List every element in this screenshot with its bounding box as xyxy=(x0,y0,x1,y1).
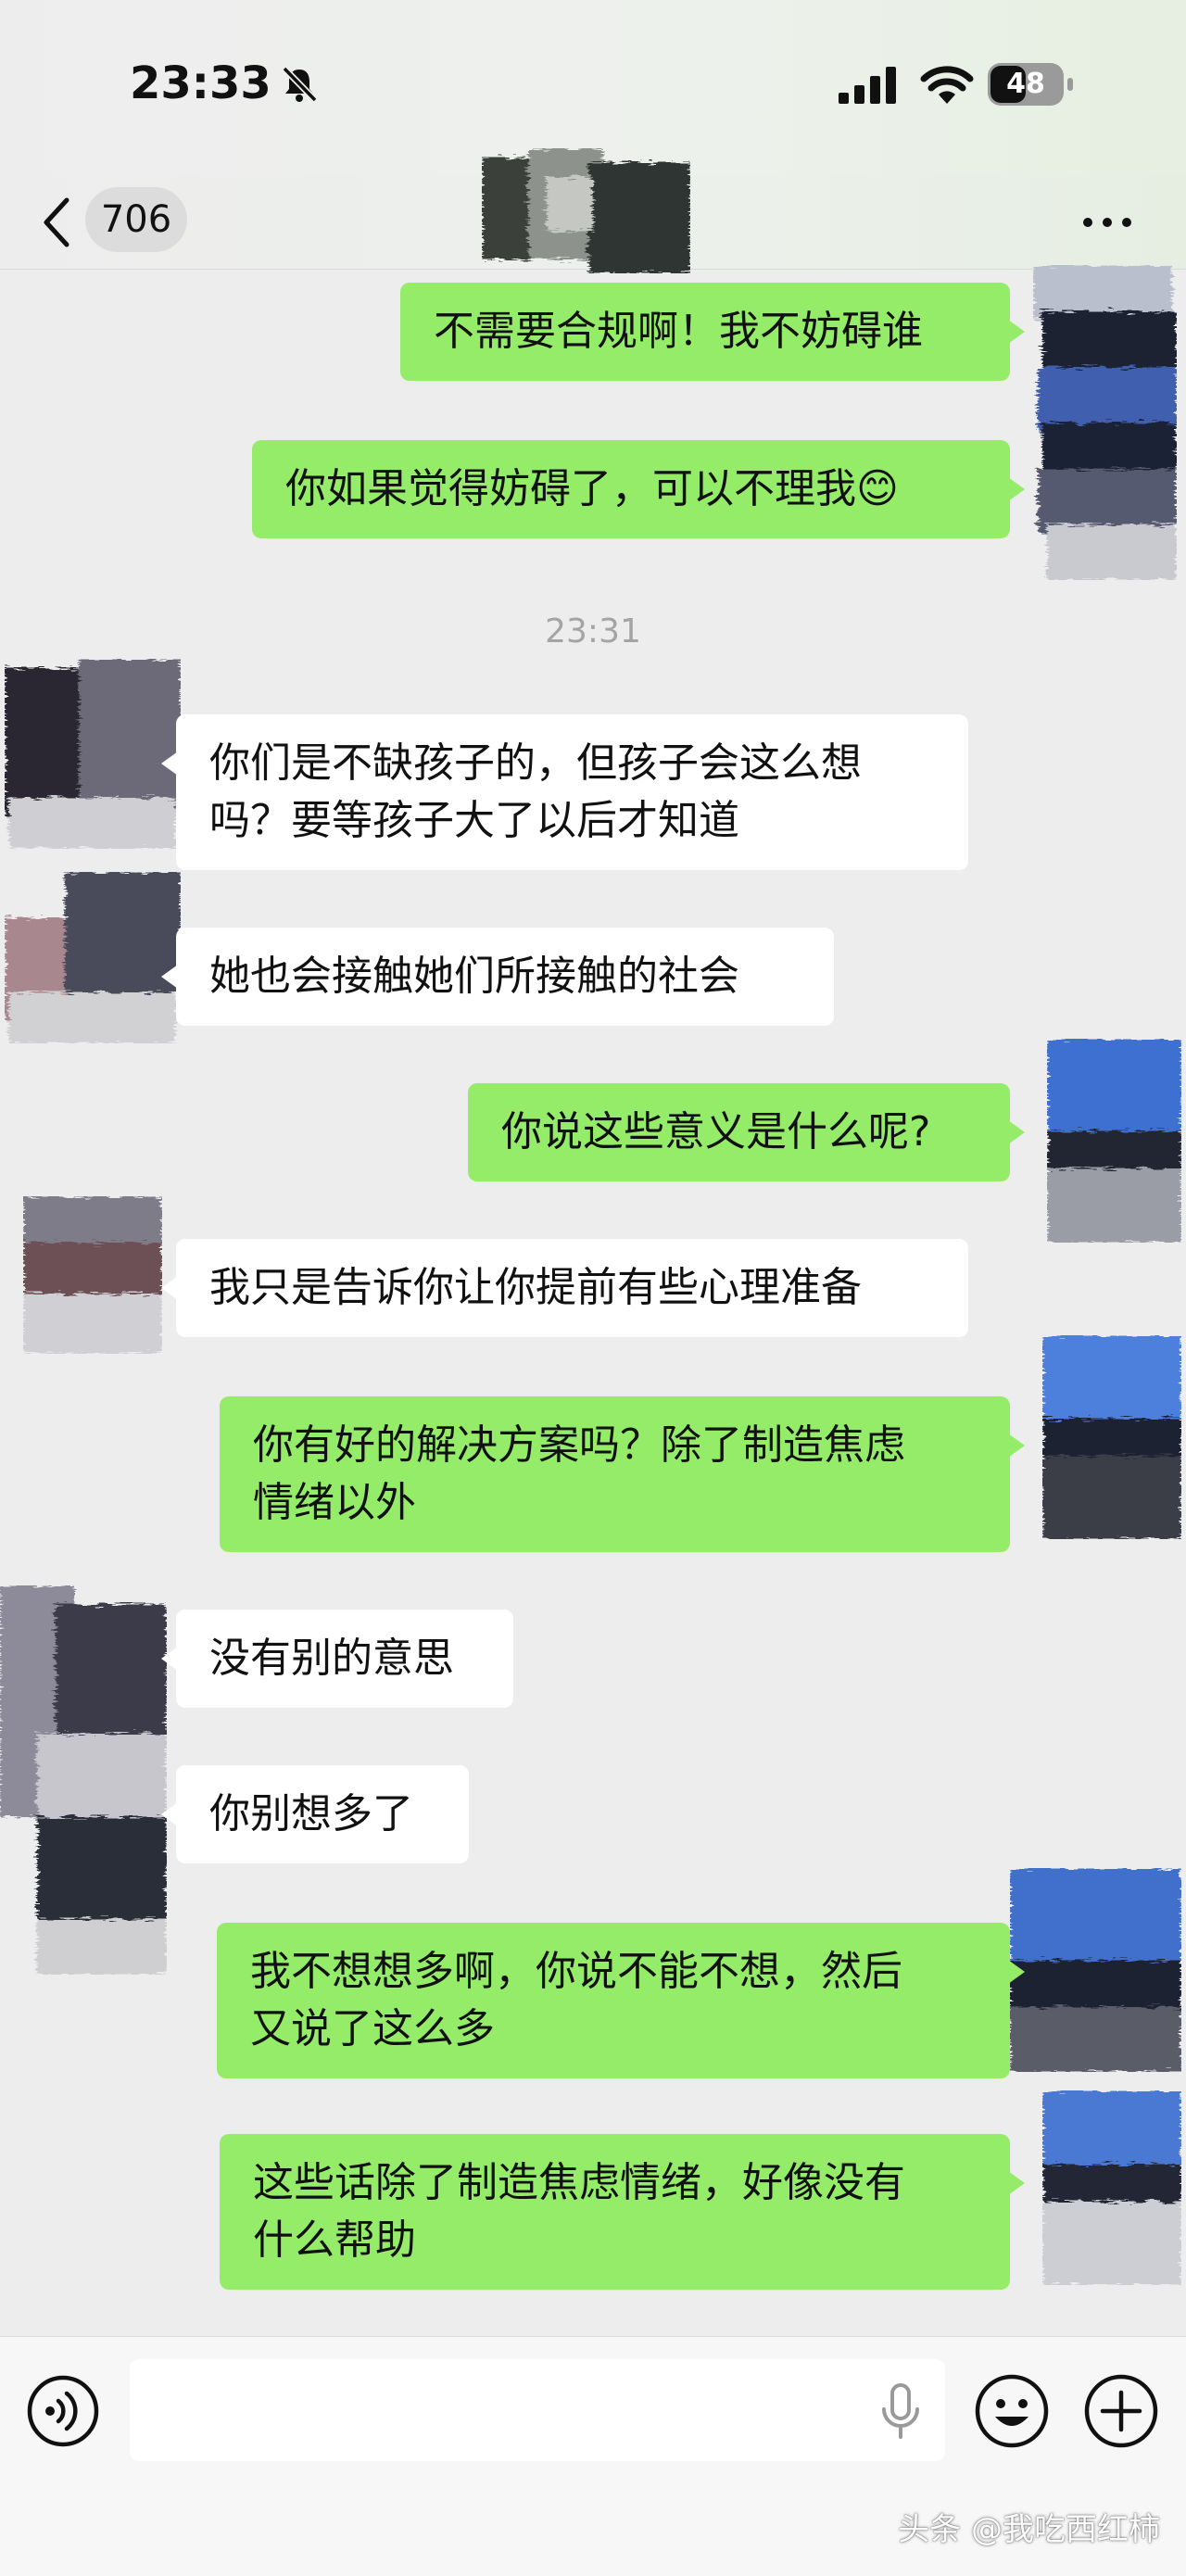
mic-icon[interactable] xyxy=(875,2381,927,2443)
bottom-safe-area: 头条 @我吃西红柿 xyxy=(0,2476,1186,2576)
wifi-icon xyxy=(920,66,974,104)
message-bubble-received[interactable]: 你们是不缺孩子的，但孩子会这么想 吗？要等孩子大了以后才知道 xyxy=(161,714,968,870)
contact-avatar[interactable] xyxy=(0,1567,176,1984)
message-timestamp: 23:31 xyxy=(545,612,641,650)
redacted-chat-title xyxy=(482,148,690,273)
message-bubble-sent[interactable]: 这些话除了制造焦虑情绪，好像没有 什么帮助 xyxy=(220,2134,1025,2290)
contact-avatar[interactable] xyxy=(0,659,185,853)
message-bubble-received[interactable]: 你别想多了 xyxy=(161,1765,469,1863)
message-input[interactable] xyxy=(130,2359,945,2461)
my-avatar[interactable] xyxy=(1028,265,1186,589)
my-avatar[interactable] xyxy=(1042,1039,1186,1252)
voice-icon[interactable] xyxy=(26,2374,100,2448)
message-bubble-received[interactable]: 她也会接触她们所接触的社会 xyxy=(161,928,834,1026)
message-list[interactable]: 不需要合规啊！我不妨碍谁 你如果觉得妨碍了，可以不理我😊 23:31 你们是不缺… xyxy=(0,265,1186,2336)
message-bubble-sent[interactable]: 我不想想多啊，你说不能不想，然后 又说了这么多 xyxy=(217,1923,1025,2078)
contact-avatar[interactable] xyxy=(0,863,185,1048)
plus-icon[interactable] xyxy=(1082,2372,1160,2450)
emoji-icon[interactable] xyxy=(973,2372,1051,2450)
message-bubble-sent[interactable]: 你说这些意义是什么呢? xyxy=(468,1083,1025,1181)
cellular-signal-icon xyxy=(839,67,896,104)
watermark: 头条 @我吃西红柿 xyxy=(898,2511,1160,2548)
message-bubble-sent[interactable]: 你如果觉得妨碍了，可以不理我😊 xyxy=(252,440,1025,538)
status-time: 23:33 xyxy=(130,57,271,109)
battery-level: 48 xyxy=(1006,68,1045,100)
chevron-left-icon[interactable] xyxy=(39,189,76,256)
more-icon[interactable] xyxy=(1075,195,1140,250)
message-bubble-received[interactable]: 我只是告诉你让你提前有些心理准备 xyxy=(161,1239,968,1337)
input-bar xyxy=(0,2336,1186,2476)
unread-count-badge[interactable]: 706 xyxy=(85,187,187,252)
battery-icon: 48 xyxy=(988,63,1075,106)
contact-avatar[interactable] xyxy=(14,1187,171,1363)
message-bubble-sent[interactable]: 不需要合规啊！我不妨碍谁 xyxy=(400,283,1025,381)
message-bubble-sent[interactable]: 你有好的解决方案吗？除了制造焦虑 情绪以外 xyxy=(220,1396,1025,1552)
chat-header: 706 xyxy=(0,148,1186,273)
message-bubble-received[interactable]: 没有别的意思 xyxy=(161,1610,513,1708)
my-avatar[interactable] xyxy=(1005,1868,1186,2081)
my-avatar[interactable] xyxy=(1038,2090,1186,2294)
my-avatar[interactable] xyxy=(1038,1335,1186,1548)
bell-muted-icon xyxy=(282,66,318,103)
